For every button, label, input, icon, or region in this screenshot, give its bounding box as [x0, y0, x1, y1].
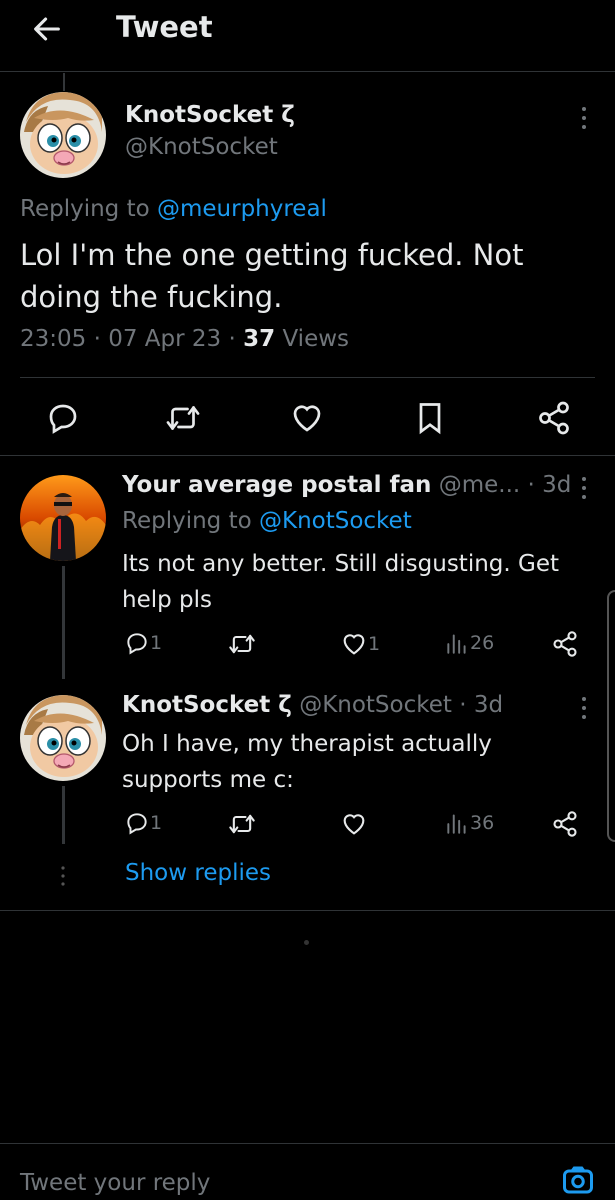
- thread-dots-icon: [59, 864, 67, 888]
- replying-prefix: Replying to: [20, 196, 150, 222]
- like-icon: [340, 810, 368, 838]
- arrow-left-icon[interactable]: [30, 12, 64, 46]
- views-label[interactable]: Views: [282, 326, 349, 352]
- reply-age: 3d: [473, 692, 504, 718]
- like-icon[interactable]: [289, 400, 325, 436]
- like-icon: [340, 630, 368, 658]
- camera-icon[interactable]: [560, 1162, 596, 1198]
- share-icon[interactable]: [536, 400, 572, 436]
- tweet-time: 23:05: [20, 326, 87, 352]
- view-count: 36: [470, 812, 495, 834]
- divider: [0, 910, 615, 911]
- view-count: 26: [470, 632, 495, 654]
- more-options-icon[interactable]: [574, 474, 594, 502]
- retweet-icon: [228, 630, 256, 658]
- views-icon: [444, 630, 470, 656]
- divider: [0, 455, 615, 456]
- reply-input[interactable]: Tweet your reply: [20, 1170, 210, 1196]
- share-icon[interactable]: [551, 630, 579, 662]
- share-icon[interactable]: [551, 810, 579, 842]
- retweet-button[interactable]: [228, 810, 256, 838]
- views-button[interactable]: 26: [444, 630, 494, 656]
- like-button[interactable]: 1: [340, 630, 380, 658]
- reply-text: Oh I have, my therapist actually support…: [122, 731, 492, 793]
- reply-icon: [124, 630, 150, 656]
- retweet-icon: [228, 810, 256, 838]
- reply-count: 1: [150, 632, 163, 654]
- reply-header: Your average postal fan @me... · 3d: [122, 472, 572, 498]
- reply-text: Its not any better. Still disgusting. Ge…: [122, 551, 559, 613]
- author-name[interactable]: KnotSocket ζ: [122, 692, 292, 718]
- retweet-icon[interactable]: [165, 400, 201, 436]
- reply-button[interactable]: 1: [124, 810, 162, 836]
- reply-icon: [124, 810, 150, 836]
- views-count: 37: [243, 326, 276, 352]
- reply-icon[interactable]: [45, 400, 81, 436]
- replying-handle-link[interactable]: @KnotSocket: [259, 508, 412, 534]
- author-name[interactable]: Your average postal fan: [122, 472, 431, 498]
- more-options-icon[interactable]: [574, 104, 594, 132]
- avatar[interactable]: [20, 92, 106, 178]
- replying-to: Replying to @meurphyreal: [20, 196, 327, 222]
- bookmark-icon[interactable]: [412, 400, 448, 436]
- author-handle[interactable]: @me...: [439, 472, 521, 498]
- like-count: 1: [368, 633, 381, 655]
- replying-prefix: Replying to: [122, 508, 252, 534]
- author-handle[interactable]: @KnotSocket: [125, 134, 278, 160]
- views-button[interactable]: 36: [444, 810, 494, 836]
- top-bar: [0, 0, 615, 72]
- thread-line: [62, 566, 65, 679]
- tweet-date: 07 Apr 23: [108, 326, 222, 352]
- loading-dot: [304, 940, 309, 945]
- author-name[interactable]: KnotSocket ζ: [125, 102, 295, 128]
- author-handle[interactable]: @KnotSocket: [299, 692, 452, 718]
- avatar[interactable]: [20, 475, 106, 561]
- views-icon: [444, 810, 470, 836]
- tweet-text: Lol I'm the one getting fucked. Not doin…: [20, 238, 524, 314]
- reply-age: 3d: [542, 472, 572, 498]
- page-title: Tweet: [116, 10, 213, 44]
- divider: [20, 377, 595, 378]
- show-replies-link[interactable]: Show replies: [125, 860, 271, 886]
- avatar[interactable]: [20, 695, 106, 781]
- reply-button[interactable]: 1: [124, 630, 162, 656]
- reply-header: KnotSocket ζ @KnotSocket · 3d: [122, 692, 504, 718]
- thread-line: [62, 786, 65, 844]
- reply-count: 1: [150, 812, 163, 834]
- like-button[interactable]: [340, 810, 368, 838]
- retweet-button[interactable]: [228, 630, 256, 658]
- tweet-meta: 23:05 · 07 Apr 23 · 37 Views: [20, 326, 350, 352]
- more-options-icon[interactable]: [574, 694, 594, 722]
- replying-handle-link[interactable]: @meurphyreal: [157, 196, 327, 222]
- thread-connector: [63, 73, 65, 91]
- scrollbar[interactable]: [607, 590, 615, 842]
- replying-to: Replying to @KnotSocket: [122, 508, 412, 534]
